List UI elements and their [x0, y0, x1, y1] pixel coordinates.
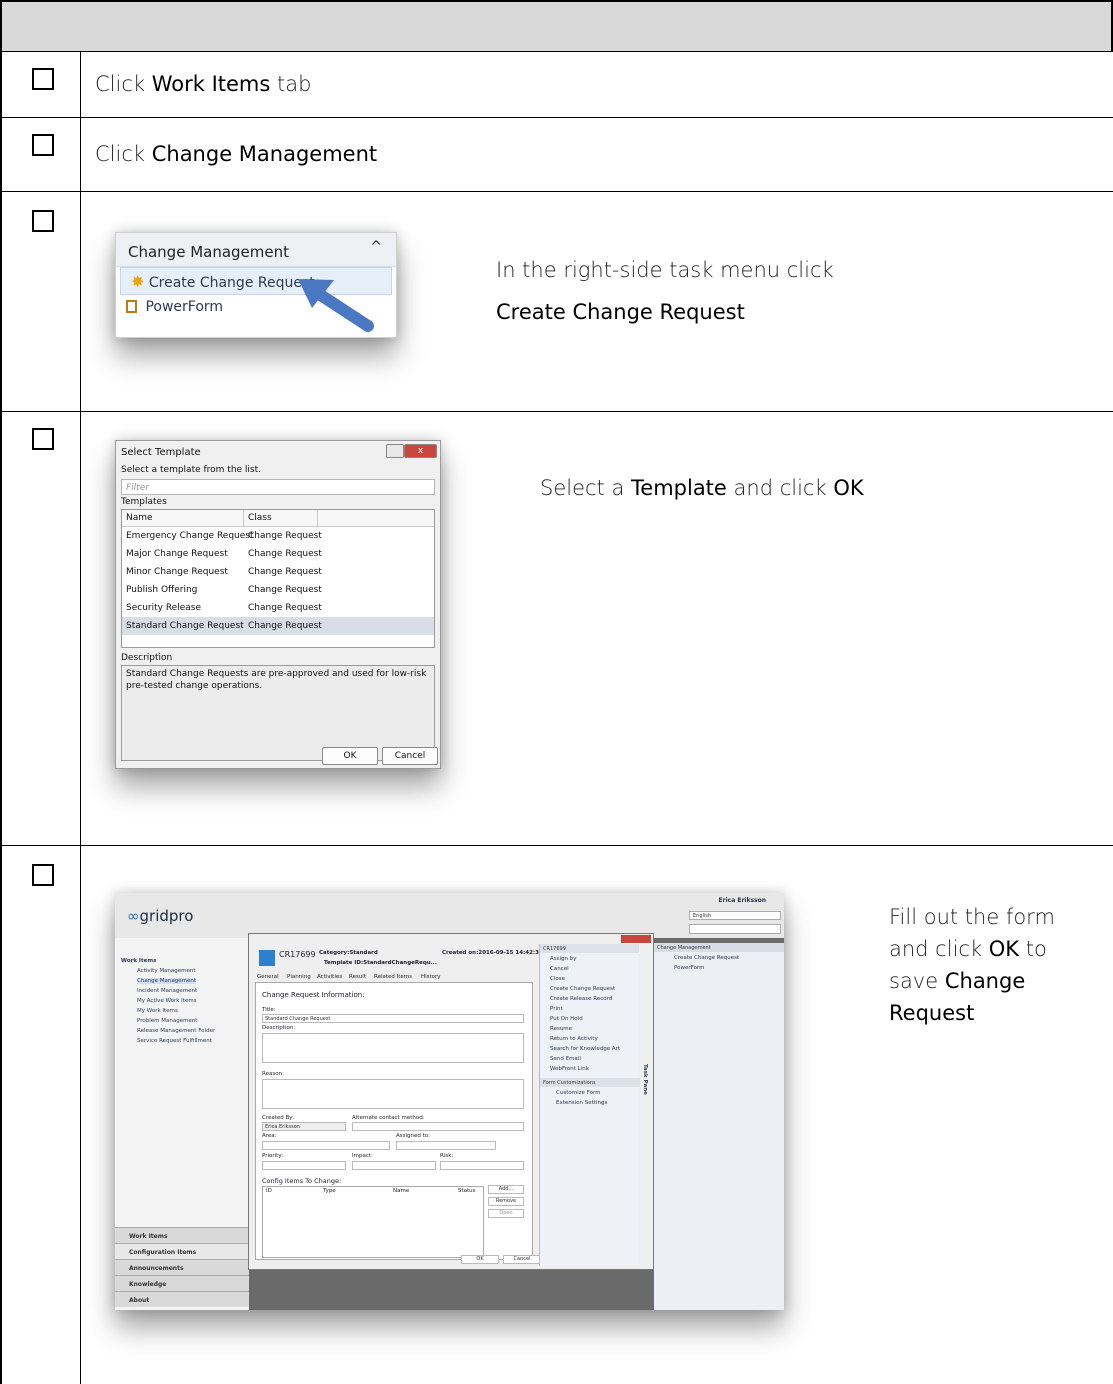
config-items-grid: ID Type Name Status: [262, 1186, 484, 1258]
risk-select[interactable]: [440, 1161, 524, 1170]
nav-about[interactable]: About: [115, 1291, 249, 1307]
description-field[interactable]: [262, 1033, 524, 1063]
open-button[interactable]: Open: [488, 1209, 524, 1218]
grid-header: Name Class: [122, 510, 434, 527]
priority-select[interactable]: [262, 1161, 346, 1170]
table-row[interactable]: Publish Offering Change Request: [122, 581, 434, 599]
step-checkbox[interactable]: [32, 210, 54, 232]
ok-button[interactable]: OK: [461, 1255, 499, 1264]
dialog-instruction: Select a template from the list.: [121, 465, 262, 475]
cancel-button[interactable]: Cancel: [503, 1255, 541, 1264]
form-panel: Change Request Information: Title: Stand…: [255, 982, 533, 1260]
description-label: Description: [121, 653, 173, 663]
title-field[interactable]: Standard Change Request: [262, 1014, 524, 1023]
table-row[interactable]: Minor Change Request Change Request: [122, 563, 434, 581]
left-tree-panel: Work Items Activity Management Change Ma…: [115, 938, 249, 1310]
reason-field[interactable]: [262, 1079, 524, 1109]
change-request-dialog: CR17699 Category:Standard Template ID:St…: [248, 933, 654, 1270]
step-instruction: Select a Template and click OK: [540, 476, 864, 500]
gridpro-logo: ∞gridpro: [127, 907, 194, 925]
templates-label: Templates: [121, 497, 167, 507]
impact-select[interactable]: [352, 1161, 436, 1170]
arrow-icon: [259, 950, 275, 966]
step-checkbox[interactable]: [32, 68, 54, 90]
restore-icon[interactable]: [386, 444, 404, 458]
language-select[interactable]: English: [689, 911, 781, 920]
select-template-dialog: Select Template x Select a template from…: [115, 440, 441, 769]
table-row[interactable]: Emergency Change Request Change Request: [122, 527, 434, 545]
filter-input[interactable]: Filter: [121, 479, 435, 495]
area-select[interactable]: [262, 1141, 390, 1150]
nav-configuration-items[interactable]: Configuration Items: [115, 1243, 249, 1259]
step-instruction: In the right-side task menu click Create …: [496, 258, 834, 324]
table-header: [0, 0, 1113, 52]
cancel-button[interactable]: Cancel: [382, 747, 438, 765]
close-icon[interactable]: x: [404, 444, 437, 458]
pointer-arrow-icon: [298, 279, 374, 332]
chevron-up-icon: ^: [370, 239, 382, 255]
step-checkbox[interactable]: [32, 134, 54, 156]
step-row: Click Change Management: [0, 118, 1113, 192]
dialog-titlebar: Select Template x: [116, 441, 440, 463]
nav-knowledge[interactable]: Knowledge: [115, 1275, 249, 1291]
step-row: Click Work Items tab: [0, 52, 1113, 118]
search-input[interactable]: [689, 924, 781, 934]
right-task-panel: Change Management Create Change Request …: [654, 943, 784, 1310]
alt-contact-field[interactable]: [352, 1122, 524, 1131]
step-instruction: Click Change Management: [95, 142, 378, 166]
step-checkbox[interactable]: [32, 428, 54, 450]
step-instruction: Click Work Items tab: [95, 72, 312, 96]
ok-button[interactable]: OK: [322, 747, 378, 765]
user-name: Erica Eriksson: [718, 897, 766, 904]
task-menu-header: Change Management ^: [116, 233, 396, 267]
console-header: ∞gridpro Erica Eriksson English: [115, 893, 784, 938]
table-row[interactable]: Major Change Request Change Request: [122, 545, 434, 563]
console-screenshot: ∞gridpro Erica Eriksson English Work Ite…: [115, 893, 784, 1310]
table-row[interactable]: Security Release Change Request: [122, 599, 434, 617]
step-instruction: Fill out the form and click OK to save C…: [889, 905, 1055, 1025]
form-icon: [126, 300, 137, 313]
add-button[interactable]: Add...: [488, 1185, 524, 1194]
table-row[interactable]: Standard Change Request Change Request: [122, 617, 434, 635]
templates-grid: Name Class Emergency Change Request Change…: [121, 509, 435, 648]
burst-icon: ✸: [131, 272, 145, 291]
step-checkbox[interactable]: [32, 864, 54, 886]
nav-work-items[interactable]: Work Items: [115, 1227, 249, 1243]
assigned-field[interactable]: [396, 1141, 496, 1150]
nav-announcements[interactable]: Announcements: [115, 1259, 249, 1275]
dialog-task-pane: CR17699 Assign by Cancel Close Create Ch…: [539, 944, 648, 1266]
remove-button[interactable]: Remove: [488, 1197, 524, 1206]
close-icon[interactable]: [621, 935, 651, 943]
